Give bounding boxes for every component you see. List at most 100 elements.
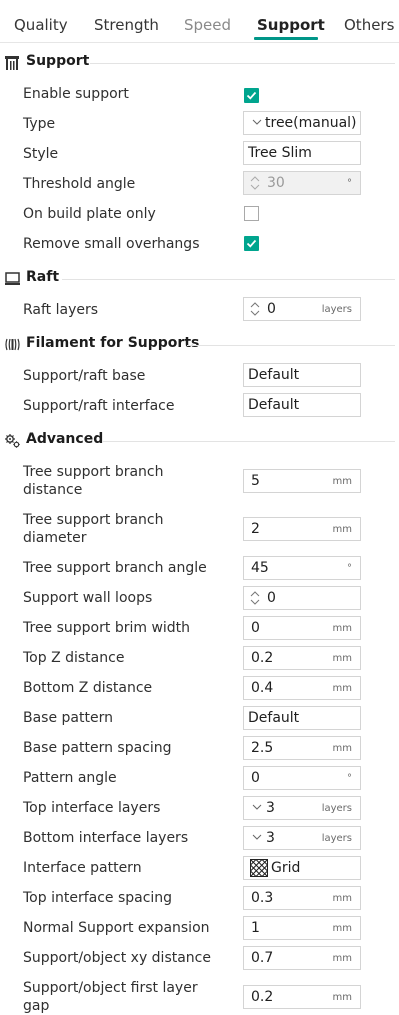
base-pattern-label: Base pattern [23, 710, 113, 726]
spinner-arrows-icon [250, 591, 260, 605]
top-z-distance-unit: mm [332, 653, 352, 664]
section-title-filament: Filament for Supports [26, 335, 200, 351]
branch-diameter-label: Tree support branch diameter [23, 511, 164, 547]
branch-diameter-label-line2: diameter [23, 530, 87, 546]
type-select[interactable]: tree(manual) [243, 111, 361, 135]
xy-distance-unit: mm [332, 953, 352, 964]
chevron-down-icon [252, 119, 262, 125]
first-layer-gap-label-line2: gap [23, 998, 50, 1014]
base-pattern-value: Default [248, 710, 300, 726]
first-layer-gap-unit: mm [332, 992, 352, 1003]
type-value: tree(manual) [265, 115, 357, 131]
first-layer-gap-label: Support/object first layer gap [23, 979, 198, 1015]
check-icon [246, 91, 257, 100]
type-label: Type [23, 116, 56, 132]
branch-angle-value: 45 [251, 560, 269, 576]
top-z-distance-input[interactable]: 0.2 mm [243, 646, 361, 670]
bottom-z-distance-input[interactable]: 0.4 mm [243, 676, 361, 700]
section-raft-header: Raft [0, 267, 399, 291]
wall-loops-value: 0 [267, 590, 276, 606]
check-icon [246, 239, 257, 248]
section-support-header: Support [0, 51, 399, 75]
interface-pattern-select[interactable]: Grid [243, 856, 361, 880]
raft-base-label: Support/raft base [23, 368, 146, 384]
bottom-interface-layers-value: 3 [266, 830, 275, 846]
section-divider [90, 63, 395, 64]
section-divider [62, 279, 395, 280]
build-plate-only-checkbox[interactable] [244, 206, 259, 221]
base-pattern-spacing-input[interactable]: 2.5 mm [243, 736, 361, 760]
normal-support-expansion-value: 1 [251, 920, 260, 936]
bottom-interface-layers-unit: layers [321, 833, 352, 844]
pattern-angle-input[interactable]: 0 ° [243, 766, 361, 790]
section-title-advanced: Advanced [26, 431, 104, 447]
bottom-z-distance-value: 0.4 [251, 680, 274, 696]
base-pattern-select[interactable]: Default [243, 706, 361, 730]
wall-loops-spinner[interactable]: 0 [243, 586, 361, 610]
wall-loops-label: Support wall loops [23, 590, 153, 606]
remove-overhangs-label: Remove small overhangs [23, 236, 200, 252]
support-icon [5, 56, 19, 70]
first-layer-gap-input[interactable]: 0.2 mm [243, 985, 361, 1009]
branch-diameter-input[interactable]: 2 mm [243, 517, 361, 541]
base-pattern-spacing-value: 2.5 [251, 740, 274, 756]
bottom-interface-layers-label: Bottom interface layers [23, 830, 189, 846]
bottom-z-distance-unit: mm [332, 683, 352, 694]
chevron-down-icon [252, 834, 262, 840]
tab-quality[interactable]: Quality [14, 16, 68, 34]
brim-width-input[interactable]: 0 mm [243, 616, 361, 640]
tab-support[interactable]: Support [257, 16, 325, 34]
pattern-angle-unit: ° [347, 773, 352, 784]
top-interface-layers-label: Top interface layers [23, 800, 161, 816]
top-interface-layers-unit: layers [321, 803, 352, 814]
tab-others[interactable]: Others [344, 16, 394, 34]
base-pattern-spacing-label: Base pattern spacing [23, 740, 172, 756]
raft-interface-label: Support/raft interface [23, 398, 175, 414]
tab-speed[interactable]: Speed [184, 16, 231, 34]
branch-distance-label-line1: Tree support branch [23, 464, 164, 480]
top-interface-layers-value: 3 [266, 800, 275, 816]
raft-base-select[interactable]: Default [243, 363, 361, 387]
remove-overhangs-checkbox[interactable] [244, 236, 259, 251]
normal-support-expansion-input[interactable]: 1 mm [243, 916, 361, 940]
raft-interface-select[interactable]: Default [243, 393, 361, 417]
xy-distance-label: Support/object xy distance [23, 950, 211, 966]
build-plate-only-label: On build plate only [23, 206, 156, 222]
bottom-z-distance-label: Bottom Z distance [23, 680, 153, 696]
top-interface-spacing-value: 0.3 [251, 890, 274, 906]
interface-pattern-value: Grid [271, 860, 301, 876]
section-divider [187, 345, 395, 346]
style-select[interactable]: Tree Slim [243, 141, 361, 165]
branch-angle-input[interactable]: 45 ° [243, 556, 361, 580]
pattern-angle-label: Pattern angle [23, 770, 117, 786]
bottom-interface-layers-select[interactable]: 3 layers [243, 826, 361, 850]
branch-diameter-unit: mm [332, 524, 352, 535]
raft-base-value: Default [248, 367, 300, 383]
threshold-angle-label: Threshold angle [23, 176, 136, 192]
branch-distance-label-line2: distance [23, 482, 83, 498]
threshold-angle-spinner[interactable]: 30 ° [243, 171, 361, 195]
enable-support-checkbox[interactable] [244, 88, 259, 103]
pattern-angle-value: 0 [251, 770, 260, 786]
spinner-arrows-icon [250, 302, 260, 316]
branch-diameter-value: 2 [251, 521, 260, 537]
branch-diameter-label-line1: Tree support branch [23, 512, 164, 528]
branch-distance-label: Tree support branch distance [23, 463, 164, 499]
tab-strength[interactable]: Strength [94, 16, 159, 34]
top-interface-layers-select[interactable]: 3 layers [243, 796, 361, 820]
branch-angle-unit: ° [347, 563, 352, 574]
top-z-distance-label: Top Z distance [23, 650, 125, 666]
interface-pattern-label: Interface pattern [23, 860, 142, 876]
raft-layers-spinner[interactable]: 0 layers [243, 297, 361, 321]
brim-width-unit: mm [332, 623, 352, 634]
tab-bar: Quality Strength Speed Support Others [0, 0, 399, 43]
section-advanced-header: Advanced [0, 429, 399, 453]
top-interface-spacing-input[interactable]: 0.3 mm [243, 886, 361, 910]
brim-width-value: 0 [251, 620, 260, 636]
section-filament-header: Filament for Supports [0, 333, 399, 357]
branch-distance-input[interactable]: 5 mm [243, 469, 361, 493]
xy-distance-input[interactable]: 0.7 mm [243, 946, 361, 970]
branch-angle-label: Tree support branch angle [23, 560, 207, 576]
style-label: Style [23, 146, 59, 162]
chevron-down-icon [252, 804, 262, 810]
